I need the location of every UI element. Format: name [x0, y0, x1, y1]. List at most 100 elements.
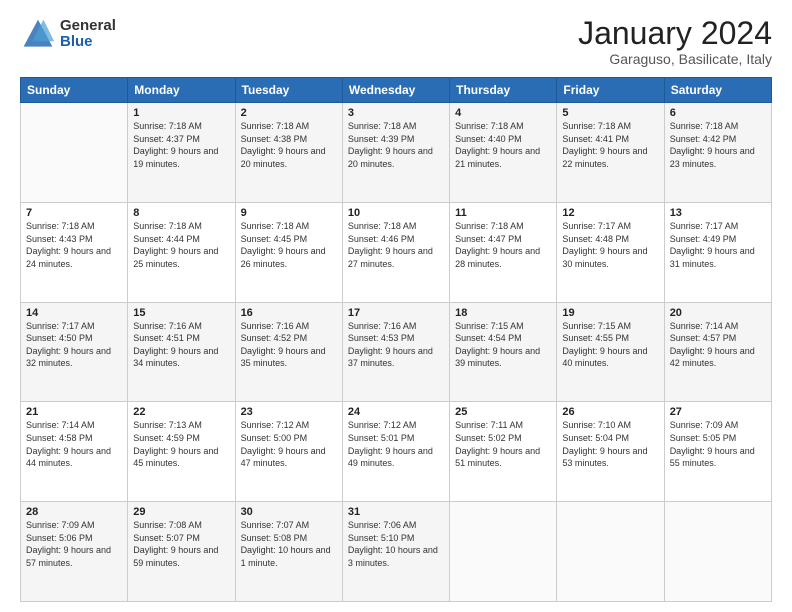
day-info: Sunrise: 7:18 AM Sunset: 4:43 PM Dayligh…: [26, 220, 122, 270]
daylight-text: Daylight: 9 hours and 21 minutes.: [455, 146, 540, 169]
day-number: 17: [348, 307, 444, 319]
sunset-text: Sunset: 4:50 PM: [26, 333, 93, 343]
week-row-2: 7 Sunrise: 7:18 AM Sunset: 4:43 PM Dayli…: [21, 202, 772, 302]
daylight-text: Daylight: 9 hours and 25 minutes.: [133, 246, 218, 269]
sunrise-text: Sunrise: 7:16 AM: [348, 321, 417, 331]
table-row: 14 Sunrise: 7:17 AM Sunset: 4:50 PM Dayl…: [21, 302, 128, 402]
day-number: 30: [241, 506, 337, 518]
day-number: 8: [133, 207, 229, 219]
daylight-text: Daylight: 9 hours and 35 minutes.: [241, 346, 326, 369]
sunrise-text: Sunrise: 7:14 AM: [26, 420, 95, 430]
sunrise-text: Sunrise: 7:09 AM: [26, 520, 95, 530]
table-row: 25 Sunrise: 7:11 AM Sunset: 5:02 PM Dayl…: [450, 402, 557, 502]
day-info: Sunrise: 7:15 AM Sunset: 4:54 PM Dayligh…: [455, 320, 551, 370]
table-row: 13 Sunrise: 7:17 AM Sunset: 4:49 PM Dayl…: [664, 202, 771, 302]
day-info: Sunrise: 7:11 AM Sunset: 5:02 PM Dayligh…: [455, 419, 551, 469]
table-row: 23 Sunrise: 7:12 AM Sunset: 5:00 PM Dayl…: [235, 402, 342, 502]
day-info: Sunrise: 7:15 AM Sunset: 4:55 PM Dayligh…: [562, 320, 658, 370]
day-number: 23: [241, 406, 337, 418]
sunset-text: Sunset: 5:05 PM: [670, 433, 737, 443]
table-row: [664, 502, 771, 602]
sunset-text: Sunset: 4:51 PM: [133, 333, 200, 343]
day-number: 29: [133, 506, 229, 518]
daylight-text: Daylight: 9 hours and 57 minutes.: [26, 545, 111, 568]
daylight-text: Daylight: 9 hours and 19 minutes.: [133, 146, 218, 169]
table-row: 27 Sunrise: 7:09 AM Sunset: 5:05 PM Dayl…: [664, 402, 771, 502]
location-subtitle: Garaguso, Basilicate, Italy: [578, 51, 772, 67]
col-saturday: Saturday: [664, 78, 771, 103]
col-monday: Monday: [128, 78, 235, 103]
daylight-text: Daylight: 9 hours and 37 minutes.: [348, 346, 433, 369]
table-row: 7 Sunrise: 7:18 AM Sunset: 4:43 PM Dayli…: [21, 202, 128, 302]
table-row: 3 Sunrise: 7:18 AM Sunset: 4:39 PM Dayli…: [342, 103, 449, 203]
calendar-table: Sunday Monday Tuesday Wednesday Thursday…: [20, 77, 772, 602]
daylight-text: Daylight: 9 hours and 24 minutes.: [26, 246, 111, 269]
sunrise-text: Sunrise: 7:15 AM: [562, 321, 631, 331]
day-info: Sunrise: 7:18 AM Sunset: 4:44 PM Dayligh…: [133, 220, 229, 270]
weekday-header-row: Sunday Monday Tuesday Wednesday Thursday…: [21, 78, 772, 103]
sunrise-text: Sunrise: 7:13 AM: [133, 420, 202, 430]
sunset-text: Sunset: 4:37 PM: [133, 134, 200, 144]
table-row: 5 Sunrise: 7:18 AM Sunset: 4:41 PM Dayli…: [557, 103, 664, 203]
day-info: Sunrise: 7:18 AM Sunset: 4:39 PM Dayligh…: [348, 120, 444, 170]
sunset-text: Sunset: 5:01 PM: [348, 433, 415, 443]
table-row: 1 Sunrise: 7:18 AM Sunset: 4:37 PM Dayli…: [128, 103, 235, 203]
sunrise-text: Sunrise: 7:09 AM: [670, 420, 739, 430]
sunset-text: Sunset: 4:52 PM: [241, 333, 308, 343]
sunrise-text: Sunrise: 7:17 AM: [670, 221, 739, 231]
table-row: 29 Sunrise: 7:08 AM Sunset: 5:07 PM Dayl…: [128, 502, 235, 602]
table-row: [557, 502, 664, 602]
sunset-text: Sunset: 4:53 PM: [348, 333, 415, 343]
sunrise-text: Sunrise: 7:16 AM: [133, 321, 202, 331]
day-info: Sunrise: 7:18 AM Sunset: 4:42 PM Dayligh…: [670, 120, 766, 170]
daylight-text: Daylight: 9 hours and 39 minutes.: [455, 346, 540, 369]
day-info: Sunrise: 7:14 AM Sunset: 4:57 PM Dayligh…: [670, 320, 766, 370]
title-area: January 2024 Garaguso, Basilicate, Italy: [578, 16, 772, 67]
day-number: 21: [26, 406, 122, 418]
sunset-text: Sunset: 4:55 PM: [562, 333, 629, 343]
day-info: Sunrise: 7:16 AM Sunset: 4:53 PM Dayligh…: [348, 320, 444, 370]
sunset-text: Sunset: 4:58 PM: [26, 433, 93, 443]
table-row: 17 Sunrise: 7:16 AM Sunset: 4:53 PM Dayl…: [342, 302, 449, 402]
sunrise-text: Sunrise: 7:14 AM: [670, 321, 739, 331]
sunrise-text: Sunrise: 7:18 AM: [26, 221, 95, 231]
sunset-text: Sunset: 4:48 PM: [562, 234, 629, 244]
sunrise-text: Sunrise: 7:07 AM: [241, 520, 310, 530]
col-thursday: Thursday: [450, 78, 557, 103]
daylight-text: Daylight: 9 hours and 55 minutes.: [670, 446, 755, 469]
sunrise-text: Sunrise: 7:18 AM: [562, 121, 631, 131]
day-number: 14: [26, 307, 122, 319]
day-info: Sunrise: 7:17 AM Sunset: 4:49 PM Dayligh…: [670, 220, 766, 270]
daylight-text: Daylight: 9 hours and 22 minutes.: [562, 146, 647, 169]
day-info: Sunrise: 7:17 AM Sunset: 4:50 PM Dayligh…: [26, 320, 122, 370]
day-info: Sunrise: 7:18 AM Sunset: 4:37 PM Dayligh…: [133, 120, 229, 170]
day-number: 31: [348, 506, 444, 518]
sunrise-text: Sunrise: 7:18 AM: [455, 221, 524, 231]
col-tuesday: Tuesday: [235, 78, 342, 103]
table-row: 24 Sunrise: 7:12 AM Sunset: 5:01 PM Dayl…: [342, 402, 449, 502]
sunset-text: Sunset: 4:38 PM: [241, 134, 308, 144]
sunset-text: Sunset: 4:47 PM: [455, 234, 522, 244]
day-info: Sunrise: 7:07 AM Sunset: 5:08 PM Dayligh…: [241, 519, 337, 569]
day-info: Sunrise: 7:12 AM Sunset: 5:00 PM Dayligh…: [241, 419, 337, 469]
day-number: 19: [562, 307, 658, 319]
week-row-3: 14 Sunrise: 7:17 AM Sunset: 4:50 PM Dayl…: [21, 302, 772, 402]
sunrise-text: Sunrise: 7:17 AM: [26, 321, 95, 331]
day-number: 26: [562, 406, 658, 418]
month-title: January 2024: [578, 16, 772, 51]
sunset-text: Sunset: 4:44 PM: [133, 234, 200, 244]
day-number: 10: [348, 207, 444, 219]
logo-icon: [20, 16, 56, 52]
sunset-text: Sunset: 4:41 PM: [562, 134, 629, 144]
daylight-text: Daylight: 9 hours and 20 minutes.: [348, 146, 433, 169]
day-info: Sunrise: 7:10 AM Sunset: 5:04 PM Dayligh…: [562, 419, 658, 469]
day-number: 7: [26, 207, 122, 219]
day-number: 11: [455, 207, 551, 219]
sunset-text: Sunset: 4:49 PM: [670, 234, 737, 244]
daylight-text: Daylight: 9 hours and 51 minutes.: [455, 446, 540, 469]
daylight-text: Daylight: 9 hours and 23 minutes.: [670, 146, 755, 169]
sunrise-text: Sunrise: 7:18 AM: [348, 221, 417, 231]
table-row: 18 Sunrise: 7:15 AM Sunset: 4:54 PM Dayl…: [450, 302, 557, 402]
day-info: Sunrise: 7:08 AM Sunset: 5:07 PM Dayligh…: [133, 519, 229, 569]
daylight-text: Daylight: 9 hours and 31 minutes.: [670, 246, 755, 269]
